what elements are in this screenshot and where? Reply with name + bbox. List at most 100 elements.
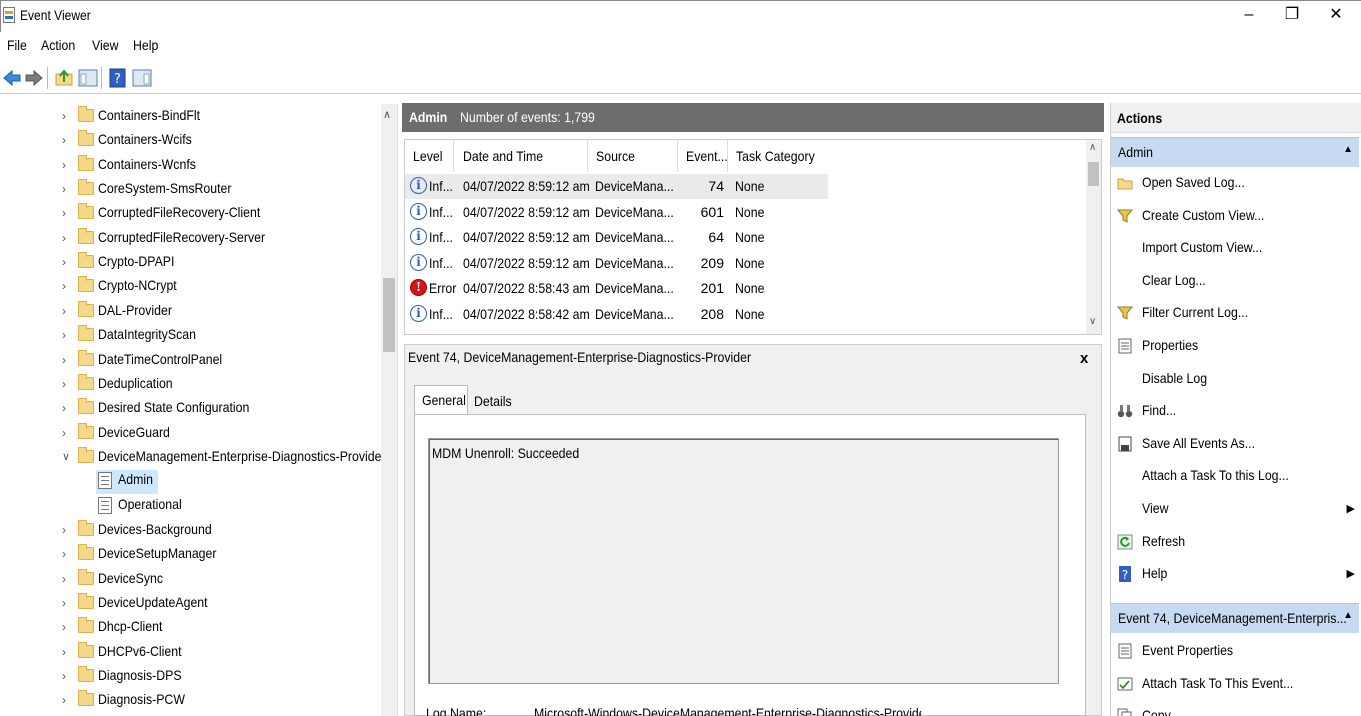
column-header-level[interactable]: Level: [405, 140, 454, 172]
menu-view[interactable]: View: [92, 37, 118, 53]
chevron-right-icon[interactable]: ›: [62, 645, 74, 659]
event-message-box[interactable]: MDM Unenroll: Succeeded: [428, 438, 1059, 684]
action-item[interactable]: Save All Events As...: [1111, 430, 1359, 460]
forward-arrow-icon[interactable]: [24, 68, 44, 88]
chevron-right-icon[interactable]: ›: [62, 426, 74, 440]
table-row[interactable]: ! Error 04/07/2022 8:58:43 am DeviceMana…: [405, 276, 1085, 301]
show-hide-action-pane-icon[interactable]: [132, 68, 152, 88]
tree-node[interactable]: › DeviceSetupManager: [62, 544, 382, 568]
table-row[interactable]: i Inf... 04/07/2022 8:59:12 am DeviceMan…: [405, 251, 1085, 276]
action-item[interactable]: Import Custom View...: [1111, 234, 1359, 264]
action-item[interactable]: Event Properties: [1111, 637, 1359, 667]
tree-node[interactable]: ∨ DeviceManagement-Enterprise-Diagnostic…: [62, 446, 386, 471]
chevron-right-icon[interactable]: ›: [62, 377, 74, 391]
column-header-event-id[interactable]: Event...: [678, 140, 728, 172]
tree-node[interactable]: › DeviceUpdateAgent: [62, 593, 382, 617]
chevron-down-icon[interactable]: ∨: [62, 450, 74, 463]
tree-node[interactable]: › Crypto-NCrypt: [62, 276, 382, 300]
chevron-right-icon[interactable]: ›: [62, 182, 74, 196]
action-item[interactable]: Properties: [1111, 332, 1359, 362]
tree-node[interactable]: › DeviceGuard: [62, 422, 382, 447]
tree-node[interactable]: › CorruptedFileRecovery-Server: [62, 227, 382, 252]
tree-node[interactable]: › DeviceSync: [62, 568, 382, 593]
chevron-right-icon[interactable]: ›: [62, 693, 74, 707]
menu-file[interactable]: File: [7, 37, 27, 53]
chevron-right-icon[interactable]: ›: [62, 109, 74, 123]
chevron-right-icon[interactable]: ›: [62, 279, 74, 293]
tree-node[interactable]: › Diagnosis-DPS: [62, 666, 382, 690]
tree-scrollbar-thumb[interactable]: [383, 278, 395, 352]
chevron-right-icon[interactable]: ›: [62, 596, 74, 610]
tab-general[interactable]: General: [414, 385, 468, 415]
menu-action[interactable]: Action: [41, 37, 75, 53]
action-item[interactable]: Attach Task To This Event...: [1111, 670, 1359, 700]
table-row[interactable]: i Inf... 04/07/2022 8:58:42 am DeviceMan…: [405, 302, 1085, 327]
actions-section-admin[interactable]: Admin ▲: [1111, 137, 1359, 167]
chevron-right-icon[interactable]: ›: [62, 255, 74, 269]
tab-details[interactable]: Details: [467, 389, 517, 415]
chevron-right-icon[interactable]: ›: [62, 158, 74, 172]
chevron-right-icon[interactable]: ›: [62, 353, 74, 367]
action-item[interactable]: Copy: [1111, 702, 1359, 716]
chevron-right-icon[interactable]: ›: [62, 401, 74, 415]
tree-scrollbar[interactable]: [381, 104, 397, 716]
show-hide-tree-icon[interactable]: [78, 68, 98, 88]
tree-node[interactable]: › DateTimeControlPanel: [62, 349, 382, 374]
action-item[interactable]: Open Saved Log...: [1111, 169, 1359, 199]
action-item[interactable]: Filter Current Log...: [1111, 299, 1359, 329]
grid-scrollbar[interactable]: ∧ ∨: [1086, 140, 1101, 334]
chevron-right-icon[interactable]: ›: [62, 620, 74, 634]
tree-node[interactable]: › CorruptedFileRecovery-Client: [62, 203, 382, 227]
action-item[interactable]: View ▶: [1111, 495, 1359, 525]
table-row[interactable]: i Inf... 04/07/2022 8:59:12 am DeviceMan…: [405, 225, 1085, 250]
column-header-task-category[interactable]: Task Category: [728, 140, 828, 172]
tree-node[interactable]: › Devices-Background: [62, 519, 382, 544]
tree-node[interactable]: › Containers-Wcifs: [62, 130, 382, 154]
tree-node[interactable]: › Containers-Wcnfs: [62, 154, 382, 179]
minimize-button[interactable]: –: [1226, 3, 1272, 29]
back-arrow-icon[interactable]: [2, 68, 22, 88]
chevron-right-icon[interactable]: ›: [62, 133, 74, 147]
action-item[interactable]: Clear Log...: [1111, 267, 1359, 297]
action-item[interactable]: ? Help ▶: [1111, 560, 1359, 590]
chevron-right-icon[interactable]: ›: [62, 572, 74, 586]
up-folder-icon[interactable]: [54, 68, 74, 88]
action-item[interactable]: Find...: [1111, 397, 1359, 427]
column-header-source[interactable]: Source: [588, 140, 678, 172]
grid-scrollbar-thumb[interactable]: [1088, 162, 1099, 186]
chevron-right-icon[interactable]: ›: [62, 304, 74, 318]
chevron-right-icon[interactable]: ›: [62, 523, 74, 537]
column-header-date[interactable]: Date and Time: [455, 140, 588, 172]
tree-node[interactable]: › Dhcp-Client: [62, 617, 382, 641]
tree-node[interactable]: › DHCPv6-Client: [62, 641, 382, 666]
help-icon[interactable]: ?: [108, 68, 128, 88]
chevron-right-icon[interactable]: ›: [62, 669, 74, 683]
maximize-button[interactable]: ❐: [1269, 3, 1315, 29]
chevron-right-icon[interactable]: ›: [62, 328, 74, 342]
tree-node[interactable]: › DataIntegrityScan: [62, 325, 382, 349]
chevron-right-icon[interactable]: ›: [62, 231, 74, 245]
chevron-right-icon[interactable]: ›: [62, 206, 74, 220]
detail-close-button[interactable]: x: [1080, 350, 1088, 367]
tree-node[interactable]: › DAL-Provider: [62, 300, 382, 325]
tree-scroll-up-arrow[interactable]: ∧: [383, 108, 391, 121]
action-item[interactable]: Disable Log: [1111, 365, 1359, 395]
tree-node[interactable]: › Deduplication: [62, 373, 382, 398]
tree-node[interactable]: › Crypto-DPAPI: [62, 252, 382, 276]
tree-log-operational[interactable]: Operational: [96, 495, 188, 519]
table-row[interactable]: i Inf... 04/07/2022 8:59:12 am DeviceMan…: [405, 200, 1085, 225]
actions-section-event[interactable]: Event 74, DeviceManagement-Enterpris... ▲: [1111, 603, 1359, 633]
action-item[interactable]: Attach a Task To this Log...: [1111, 462, 1359, 492]
action-item[interactable]: Create Custom View...: [1111, 202, 1359, 232]
action-item[interactable]: Refresh: [1111, 528, 1359, 558]
table-row[interactable]: i Inf... 04/07/2022 8:59:12 am DeviceMan…: [405, 174, 828, 199]
tree-node[interactable]: › Diagnosis-PCW: [62, 690, 382, 714]
tree-node[interactable]: › Desired State Configuration: [62, 398, 382, 422]
tree-node[interactable]: › CoreSystem-SmsRouter: [62, 179, 382, 203]
chevron-right-icon[interactable]: ›: [62, 547, 74, 561]
menu-help[interactable]: Help: [133, 37, 158, 53]
tree-log-admin[interactable]: Admin: [96, 470, 158, 495]
grid-scroll-up-arrow[interactable]: ∧: [1089, 142, 1096, 153]
grid-scroll-down-arrow[interactable]: ∨: [1089, 316, 1096, 327]
tree-node[interactable]: › Containers-BindFlt: [62, 106, 382, 130]
